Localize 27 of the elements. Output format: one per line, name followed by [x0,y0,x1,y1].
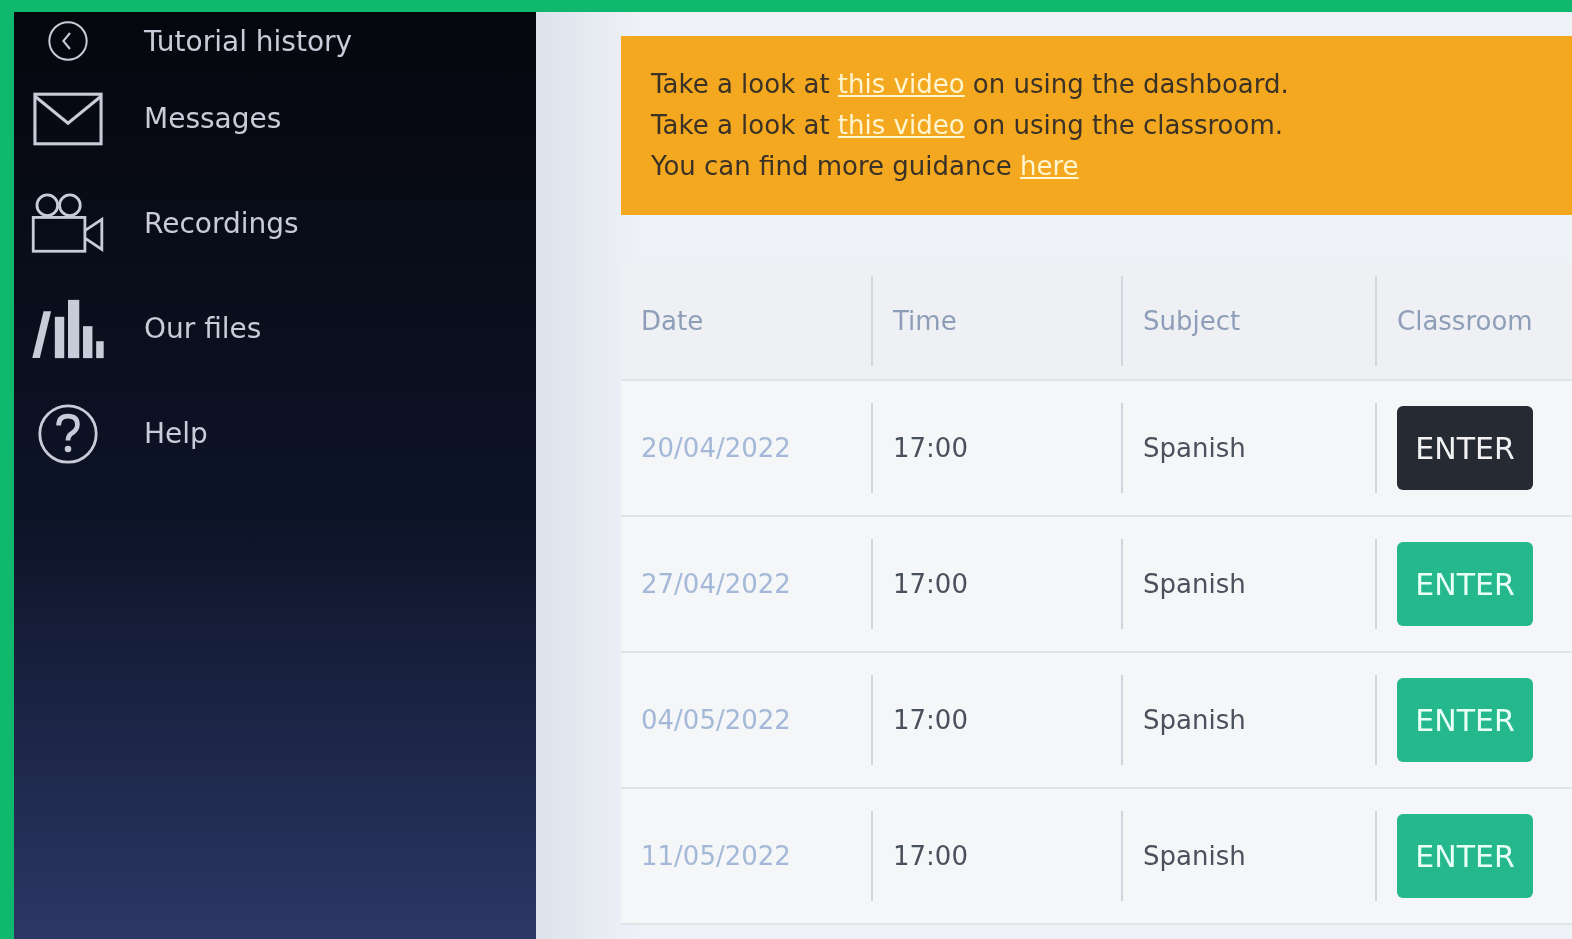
sidebar-item[interactable]: Our files [30,276,536,381]
date-cell-text: 04/05/2022 [640,704,792,737]
video-camera-icon [30,192,106,255]
subject-cell: Spanish [1121,403,1375,493]
sidebar-item[interactable]: Recordings [30,171,536,276]
subject-cell: Spanish [1121,675,1375,765]
notice-text: Take a look at this video on using the classroom. [651,109,1284,142]
enter-button[interactable]: ENTER [1397,406,1533,490]
time-cell: 17:00 [871,675,1121,765]
notice-text: Take a look at this video on using the dashboard. [651,68,1290,101]
date-cell-text: 20/04/2022 [640,432,792,465]
column-header: Time [871,276,1121,366]
time-cell: 17:00 [871,539,1121,629]
column-header: Date [640,305,705,338]
sidebar-item[interactable]: Tutorial history [30,16,536,66]
time-cell: 17:00 [871,811,1121,901]
column-header: Classroom [1375,276,1572,366]
notice-text: You can find more guidance here [651,150,1080,183]
date-cell-text: 27/04/2022 [640,568,792,601]
time-cell: 17:00 [871,403,1121,493]
column-header: Subject [1121,276,1375,366]
date-cell-text: 11/05/2022 [640,840,792,873]
sidebar-item[interactable]: Messages [30,66,536,171]
sidebar-item[interactable]: Help [30,381,536,486]
subject-cell: Spanish [1121,539,1375,629]
subject-cell: Spanish [1121,811,1375,901]
books-icon [30,297,106,360]
